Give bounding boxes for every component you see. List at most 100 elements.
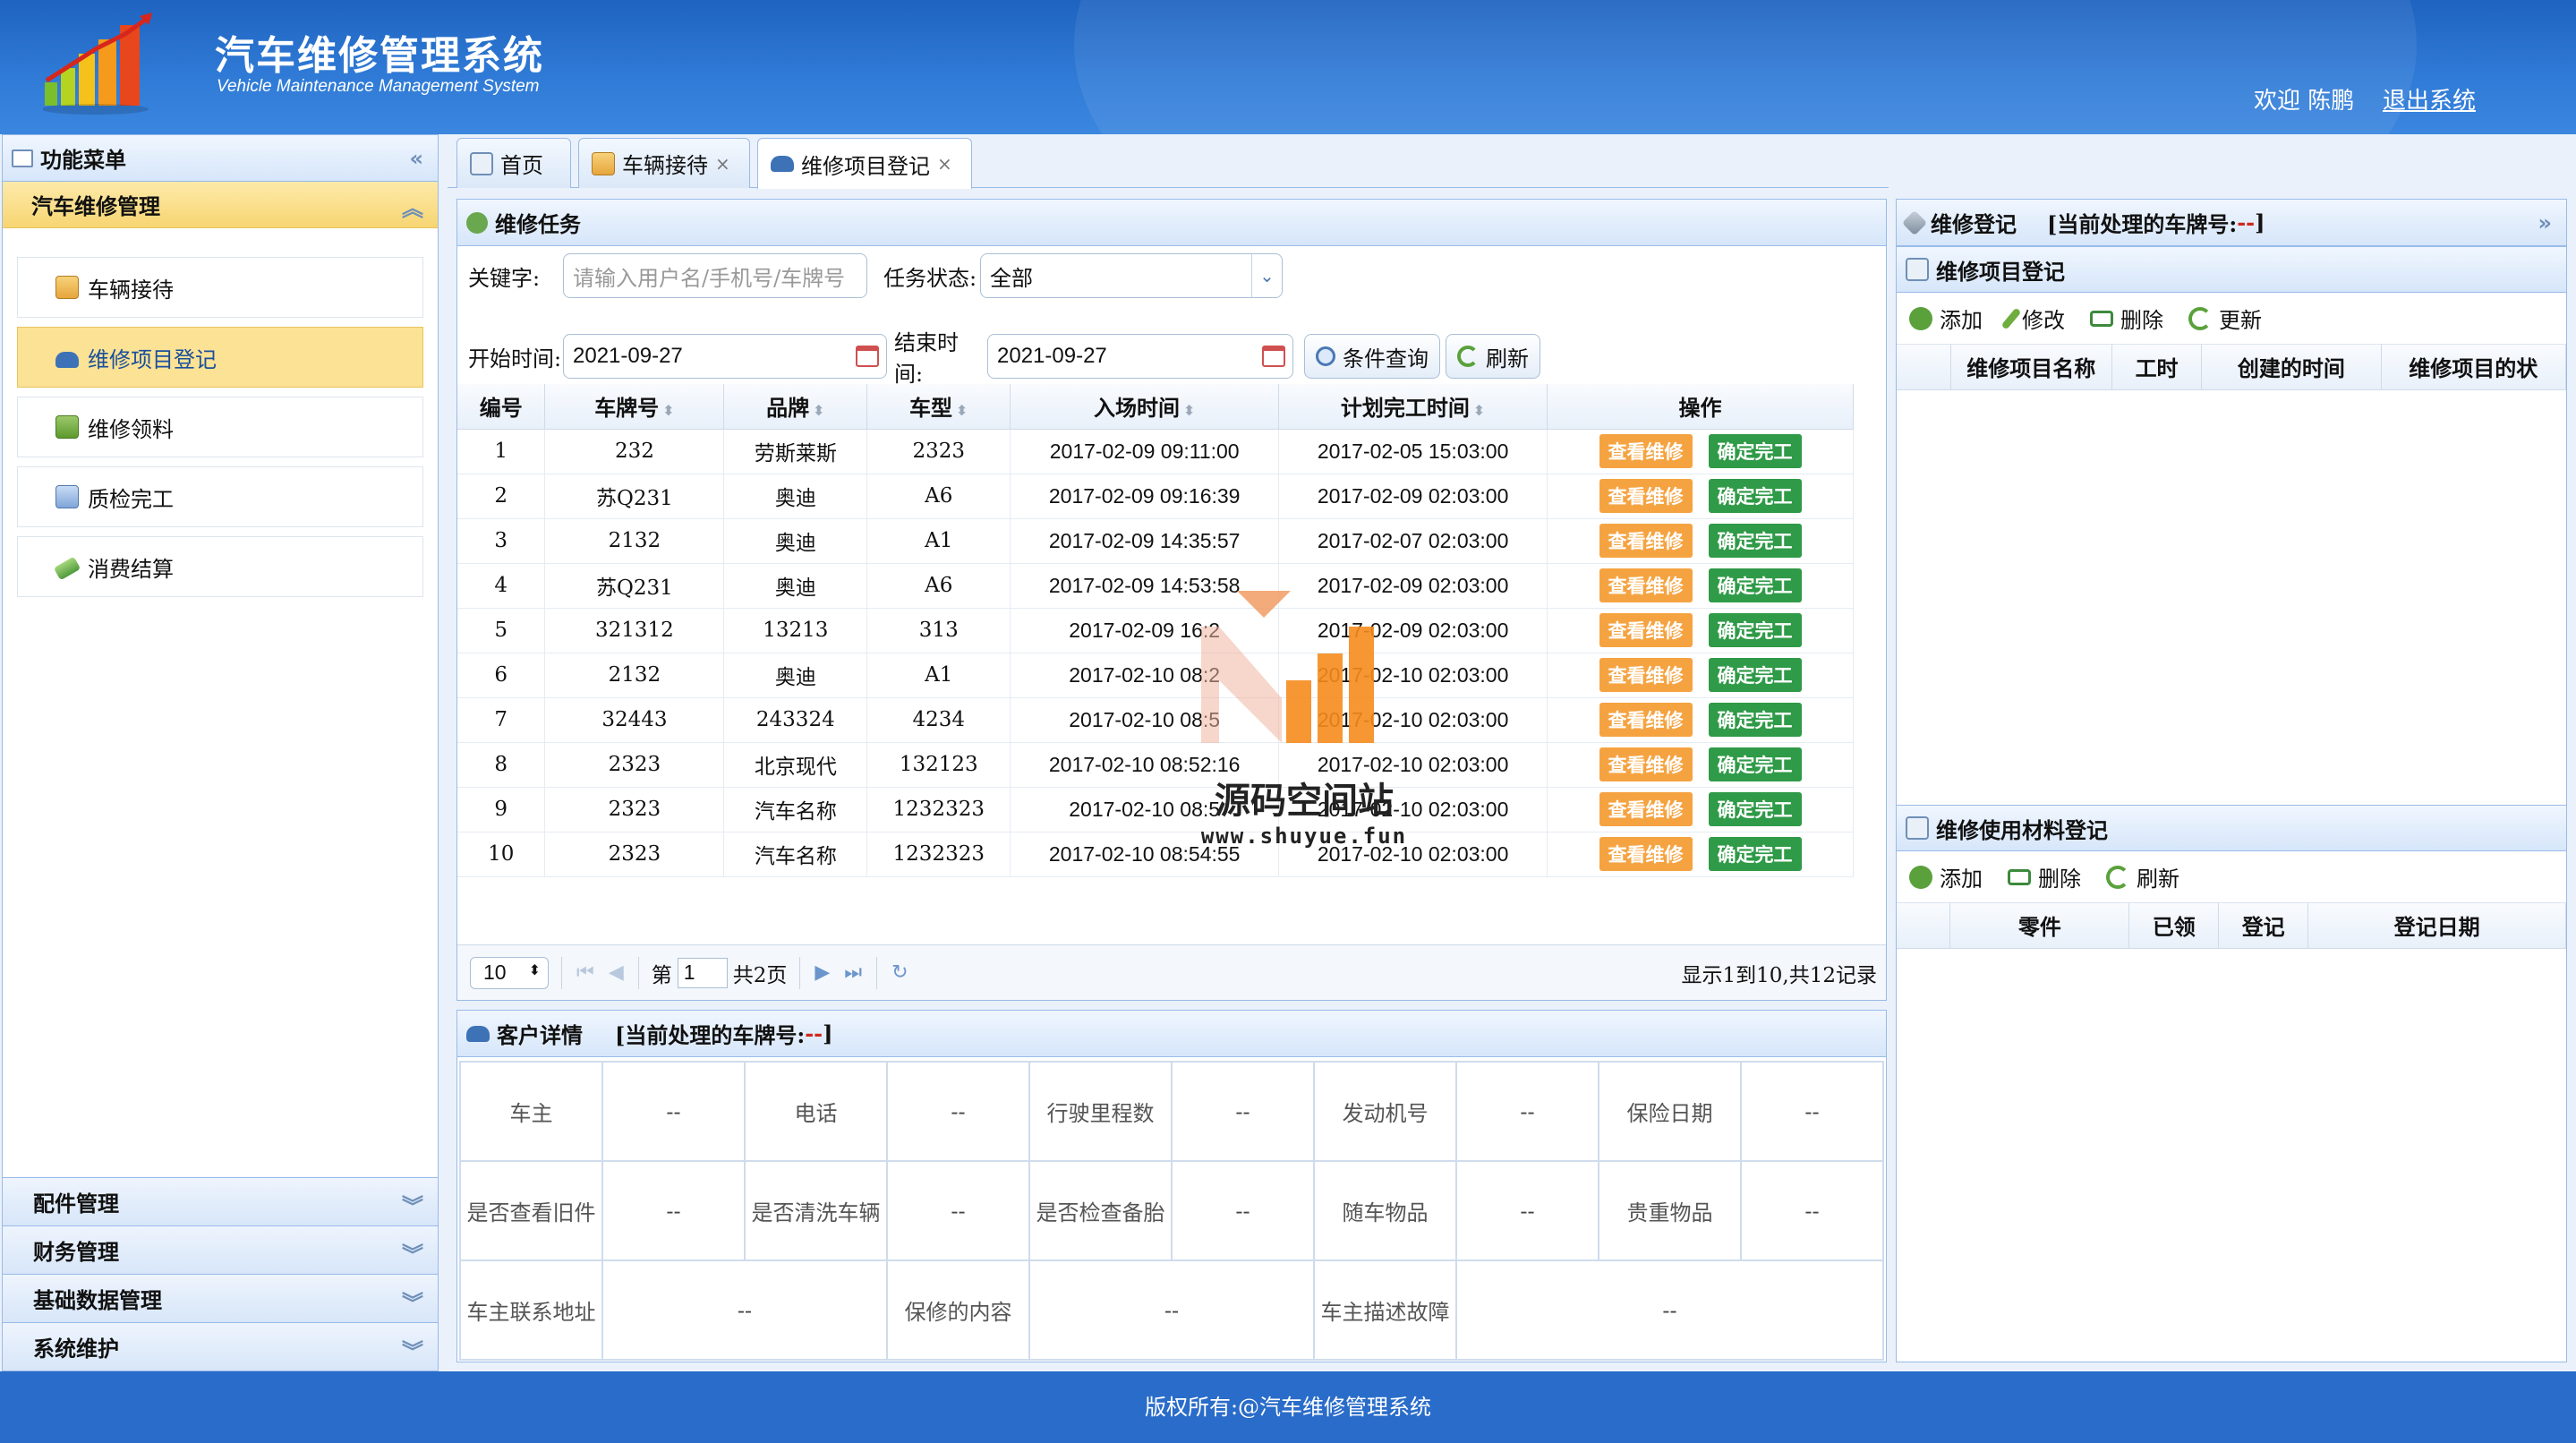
confirm-complete-button[interactable]: 确定完工: [1708, 613, 1802, 647]
sort-icon[interactable]: ⬍: [1183, 402, 1195, 419]
confirm-complete-button[interactable]: 确定完工: [1708, 658, 1802, 692]
add-material-button[interactable]: 添加: [1909, 861, 1983, 892]
chevron-up-icon[interactable]: ︽: [402, 191, 423, 222]
view-repair-button[interactable]: 查看维修: [1599, 837, 1693, 871]
tab-vehicle-reception[interactable]: 车辆接待 ×: [578, 138, 750, 188]
sort-icon[interactable]: ⬍: [662, 402, 674, 419]
page-number-input[interactable]: 1: [677, 957, 728, 988]
view-repair-button[interactable]: 查看维修: [1599, 658, 1693, 692]
next-page-icon[interactable]: ▶: [815, 961, 830, 984]
sidebar-item-settlement[interactable]: 消费结算: [17, 536, 423, 597]
task-status-select[interactable]: 全部 ⌄: [980, 253, 1283, 298]
column-header[interactable]: 车型 ⬍: [866, 384, 1011, 430]
page-size-select[interactable]: 10 ⬍: [470, 956, 549, 989]
view-repair-button[interactable]: 查看维修: [1599, 792, 1693, 826]
confirm-complete-button[interactable]: 确定完工: [1708, 837, 1802, 871]
accordion-repair-management[interactable]: 汽车维修管理 ︽: [3, 182, 438, 228]
table-row[interactable]: 9 2323 汽车名称 1232323 2017-02-10 08:5 2017-02-1…: [457, 787, 1854, 832]
chevron-down-icon[interactable]: ︾: [402, 1285, 423, 1317]
delete-material-button[interactable]: 删除: [2008, 861, 2081, 892]
confirm-complete-button[interactable]: 确定完工: [1708, 434, 1802, 468]
column-header[interactable]: 维修项目名称: [1950, 345, 2112, 390]
close-tab-icon[interactable]: ×: [715, 153, 730, 175]
start-date-input[interactable]: 2021-09-27: [563, 334, 887, 379]
confirm-complete-button[interactable]: 确定完工: [1708, 524, 1802, 558]
table-row[interactable]: 2 苏Q231 奥迪 A6 2017-02-09 09:16:39 2017-02-09 …: [457, 474, 1854, 519]
chevron-down-icon[interactable]: ︾: [402, 1189, 423, 1220]
column-header[interactable]: 编号: [457, 384, 546, 430]
sidebar-item-repair-registration[interactable]: 维修项目登记: [17, 327, 423, 388]
end-date-input[interactable]: 2021-09-27: [987, 334, 1293, 379]
column-header[interactable]: 已领: [2128, 903, 2220, 949]
reload-icon[interactable]: ↻: [891, 961, 908, 984]
confirm-complete-button[interactable]: 确定完工: [1708, 703, 1802, 737]
update-item-button[interactable]: 更新: [2188, 303, 2262, 334]
detail-value: --: [601, 1061, 746, 1162]
column-header[interactable]: 入场时间 ⬍: [1010, 384, 1280, 430]
add-item-button[interactable]: 添加: [1909, 303, 1983, 334]
column-header[interactable]: 车牌号 ⬍: [544, 384, 725, 430]
view-repair-button[interactable]: 查看维修: [1599, 479, 1693, 513]
calendar-icon[interactable]: [1262, 346, 1285, 367]
sidebar-item-repair-materials[interactable]: 维修领料: [17, 397, 423, 457]
close-tab-icon[interactable]: ×: [937, 153, 952, 175]
calendar-icon[interactable]: [856, 346, 879, 367]
confirm-complete-button[interactable]: 确定完工: [1708, 792, 1802, 826]
accordion-system-maintenance[interactable]: 系统维护 ︾: [3, 1322, 438, 1370]
table-row[interactable]: 4 苏Q231 奥迪 A6 2017-02-09 14:53:58 2017-02-09 …: [457, 563, 1854, 609]
first-page-icon[interactable]: ⏮: [576, 961, 594, 984]
sort-icon[interactable]: ⬍: [813, 402, 824, 419]
table-row[interactable]: 5 321312 13213 313 2017-02-09 16:2 2017-02-09…: [457, 608, 1854, 653]
refresh-icon: [1457, 346, 1479, 367]
refresh-button[interactable]: 刷新: [1446, 334, 1540, 379]
column-header[interactable]: 登记: [2218, 903, 2309, 949]
view-repair-button[interactable]: 查看维修: [1599, 568, 1693, 602]
sort-icon[interactable]: ⬍: [1473, 402, 1485, 419]
tab-home[interactable]: 首页: [456, 138, 571, 188]
table-cell: 劳斯莱斯: [723, 429, 868, 474]
delete-item-button[interactable]: 删除: [2090, 303, 2163, 334]
keyword-search-input[interactable]: 请输入用户名/手机号/车牌号: [563, 253, 867, 298]
view-repair-button[interactable]: 查看维修: [1599, 703, 1693, 737]
column-header[interactable]: 工时: [2111, 345, 2203, 390]
logout-link[interactable]: 退出系统: [2383, 82, 2476, 115]
view-repair-button[interactable]: 查看维修: [1599, 434, 1693, 468]
sidebar-item-vehicle-reception[interactable]: 车辆接待: [17, 257, 423, 318]
confirm-complete-button[interactable]: 确定完工: [1708, 568, 1802, 602]
view-repair-button[interactable]: 查看维修: [1599, 524, 1693, 558]
view-repair-button[interactable]: 查看维修: [1599, 747, 1693, 781]
refresh-materials-button[interactable]: 刷新: [2106, 861, 2179, 892]
edit-item-button[interactable]: 修改: [2000, 303, 2065, 334]
confirm-complete-button[interactable]: 确定完工: [1708, 747, 1802, 781]
accordion-parts-management[interactable]: 配件管理 ︾: [3, 1177, 438, 1225]
confirm-complete-button[interactable]: 确定完工: [1708, 479, 1802, 513]
column-header[interactable]: 品牌 ⬍: [723, 384, 868, 430]
table-row[interactable]: 6 2132 奥迪 A1 2017-02-10 08:2 2017-02-10 02:03…: [457, 653, 1854, 698]
column-header[interactable]: 维修项目的状: [2381, 345, 2567, 390]
chevron-down-icon[interactable]: ⌄: [1251, 254, 1282, 297]
tab-repair-registration[interactable]: 维修项目登记 ×: [757, 138, 972, 189]
search-button[interactable]: 条件查询: [1304, 334, 1440, 379]
chevron-down-icon[interactable]: ︾: [402, 1237, 423, 1268]
column-header[interactable]: 计划完工时间 ⬍: [1278, 384, 1548, 430]
table-row[interactable]: 8 2323 北京现代 132123 2017-02-10 08:52:16 2017-0…: [457, 742, 1854, 788]
column-header[interactable]: 创建的时间: [2201, 345, 2382, 390]
sidebar-item-quality-check[interactable]: 质检完工: [17, 466, 423, 527]
table-row[interactable]: 7 32443 243324 4234 2017-02-10 08:5 2017-02-1…: [457, 697, 1854, 743]
expand-panel-icon[interactable]: »: [2538, 210, 2552, 235]
column-header[interactable]: 零件: [1949, 903, 2130, 949]
accordion-basic-data[interactable]: 基础数据管理 ︾: [3, 1274, 438, 1322]
last-page-icon[interactable]: ⏭: [844, 961, 862, 984]
tab-label: 维修项目登记: [801, 153, 930, 179]
accordion-finance-management[interactable]: 财务管理 ︾: [3, 1225, 438, 1274]
table-row[interactable]: 1 232 劳斯莱斯 2323 2017-02-09 09:11:00 2017-02-0…: [457, 429, 1854, 474]
sort-icon[interactable]: ⬍: [956, 402, 968, 419]
view-repair-button[interactable]: 查看维修: [1599, 613, 1693, 647]
prev-page-icon[interactable]: ◀: [609, 961, 624, 984]
table-cell: A1: [866, 653, 1011, 698]
collapse-sidebar-icon[interactable]: «: [409, 146, 423, 171]
column-header[interactable]: 登记日期: [2307, 903, 2566, 949]
table-row[interactable]: 10 2323 汽车名称 1232323 2017-02-10 08:54:55 2017…: [457, 832, 1854, 877]
chevron-down-icon[interactable]: ︾: [402, 1334, 423, 1365]
table-row[interactable]: 3 2132 奥迪 A1 2017-02-09 14:35:57 2017-02-07 0…: [457, 518, 1854, 564]
